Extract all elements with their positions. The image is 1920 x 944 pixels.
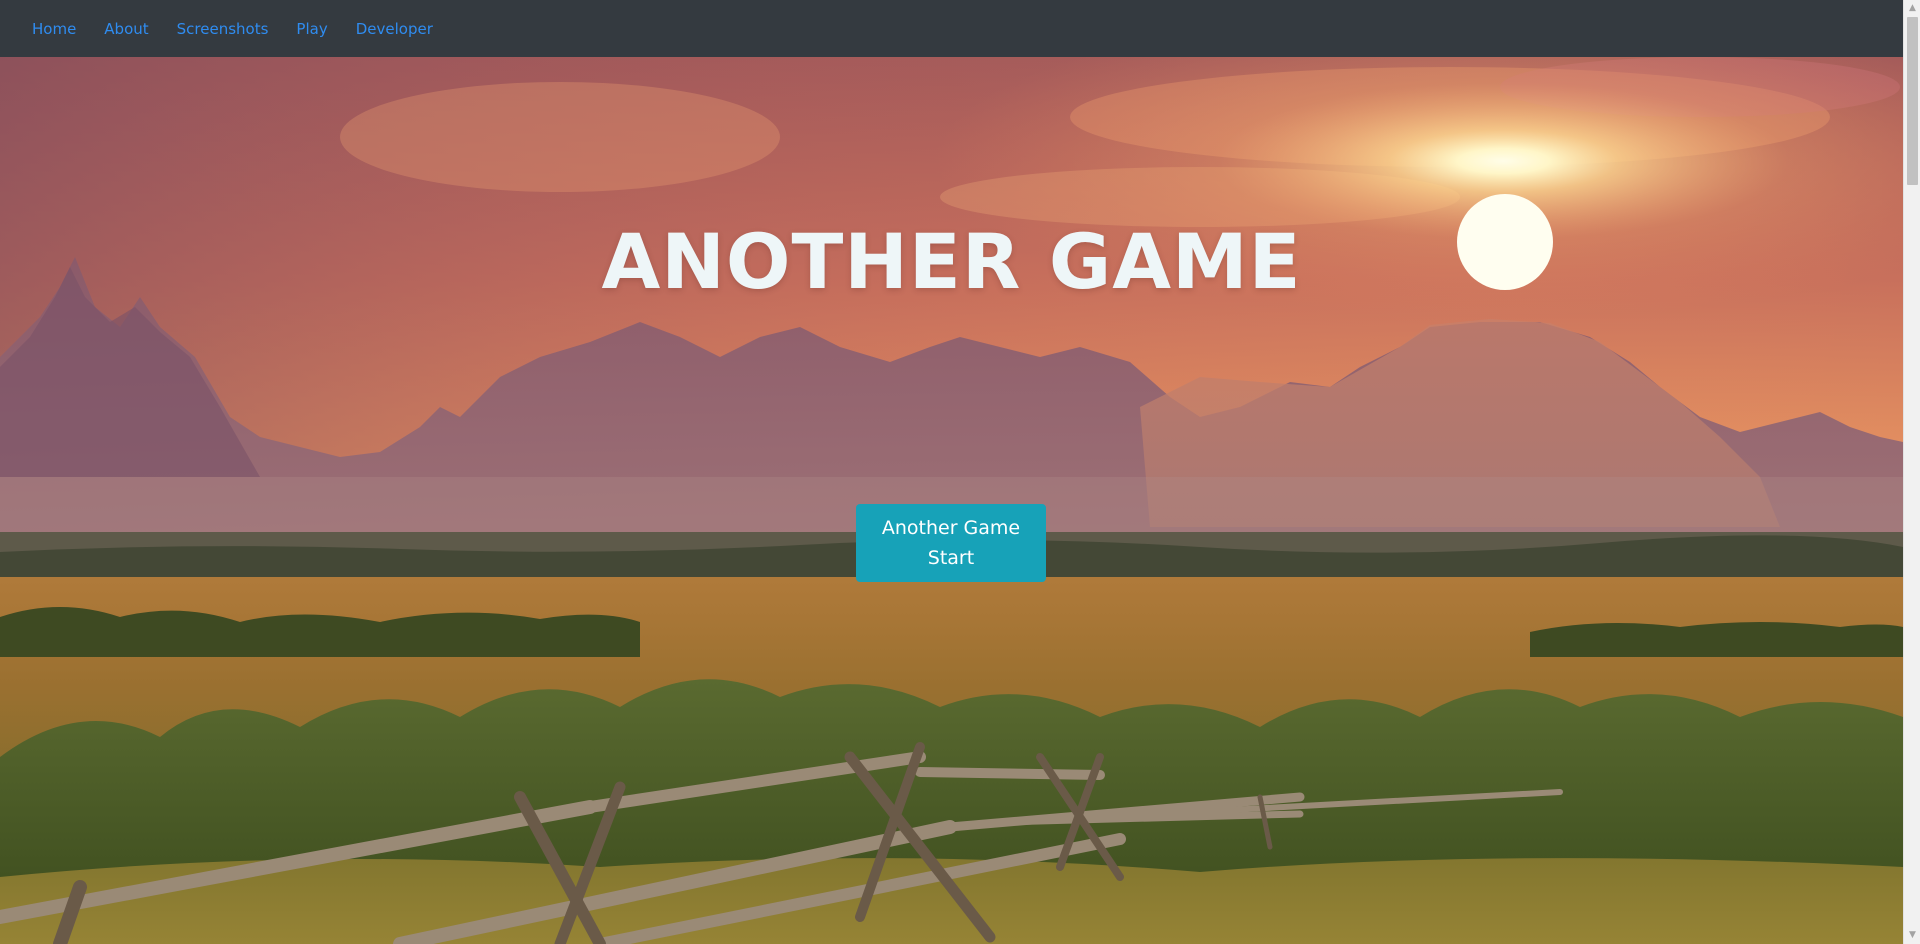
hero-section: ANOTHER GAME Another Game Start [0,57,1903,944]
scroll-down-arrow-icon[interactable]: ▼ [1904,927,1920,944]
scroll-up-arrow-icon[interactable]: ▲ [1904,0,1920,17]
nav-link-developer[interactable]: Developer [342,12,447,46]
nav-link-screenshots[interactable]: Screenshots [163,12,283,46]
start-game-button[interactable]: Another Game Start [856,504,1046,582]
vertical-scrollbar[interactable]: ▲ ▼ [1903,0,1920,944]
nav-link-about[interactable]: About [90,12,162,46]
nav-link-home[interactable]: Home [18,12,90,46]
hero-background-image [0,57,1903,944]
scrollbar-thumb[interactable] [1907,17,1918,185]
nav-link-play[interactable]: Play [282,12,341,46]
hero-title: ANOTHER GAME [601,217,1302,306]
top-navbar: Home About Screenshots Play Developer [0,0,1903,57]
page-viewport: Home About Screenshots Play Developer AN… [0,0,1903,944]
